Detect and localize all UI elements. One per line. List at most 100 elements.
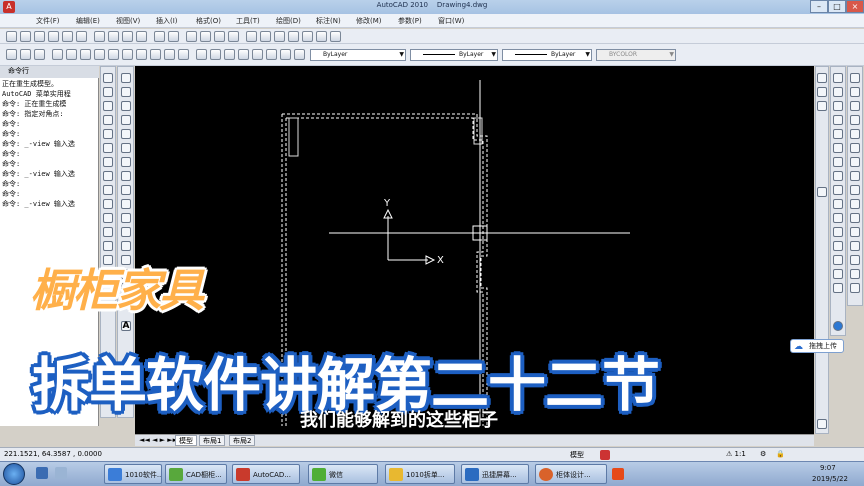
menu-draw[interactable]: 绘图(D) xyxy=(276,16,301,26)
dim-ordinate-icon[interactable] xyxy=(850,115,860,125)
calculator-icon[interactable] xyxy=(316,31,327,42)
move-tool-icon[interactable] xyxy=(103,143,113,153)
table-icon[interactable] xyxy=(164,49,175,60)
copy-tool-icon[interactable] xyxy=(103,87,113,97)
offset-icon[interactable] xyxy=(238,49,249,60)
system-tray-icons[interactable] xyxy=(650,468,780,480)
tab-nav-arrows-icon[interactable]: ◄◄ ◄ ► ►► xyxy=(139,436,178,444)
snap-endpoint-icon[interactable] xyxy=(833,87,843,97)
layer-previous-icon[interactable] xyxy=(34,49,45,60)
snap-quadrant-icon[interactable] xyxy=(833,171,843,181)
menu-window[interactable]: 窗口(W) xyxy=(438,16,464,26)
center-mark-icon[interactable] xyxy=(850,269,860,279)
mirror-tool-icon[interactable] xyxy=(103,101,113,111)
block-icon[interactable] xyxy=(136,49,147,60)
properties-icon[interactable] xyxy=(246,31,257,42)
menu-edit[interactable]: 编辑(E) xyxy=(76,16,100,26)
design-center-icon[interactable] xyxy=(260,31,271,42)
dim-jogged-icon[interactable] xyxy=(850,143,860,153)
markup-icon[interactable] xyxy=(302,31,313,42)
circle-tool-icon[interactable] xyxy=(121,157,131,167)
join-tool-icon[interactable] xyxy=(103,241,113,251)
rotate-tool-icon[interactable] xyxy=(103,157,113,167)
circle-icon[interactable] xyxy=(80,49,91,60)
taskbar-item[interactable]: 1010软件... xyxy=(104,464,162,484)
rectangle-tool-icon[interactable] xyxy=(121,129,131,139)
new-icon[interactable] xyxy=(6,31,17,42)
tab-layout2[interactable]: 布局2 xyxy=(229,435,256,446)
dim-continue-icon[interactable] xyxy=(850,213,860,223)
revision-cloud-icon[interactable] xyxy=(121,171,131,181)
taskbar-item[interactable]: AutoCAD... xyxy=(232,464,300,484)
save-icon[interactable] xyxy=(34,31,45,42)
sheet-set-icon[interactable] xyxy=(288,31,299,42)
drag-upload-button[interactable]: ☁ 拖拽上传 xyxy=(790,339,844,353)
redo-icon[interactable] xyxy=(168,31,179,42)
offset-tool-icon[interactable] xyxy=(103,115,113,125)
show-desktop-icon[interactable] xyxy=(36,467,48,479)
hatch-icon[interactable] xyxy=(122,49,133,60)
snap-from-icon[interactable] xyxy=(833,73,843,83)
stretch-tool-icon[interactable] xyxy=(103,185,113,195)
pan-icon[interactable] xyxy=(186,31,197,42)
snap-center-icon[interactable] xyxy=(833,157,843,167)
ellipse-tool-icon[interactable] xyxy=(121,199,131,209)
snap-tangent-icon[interactable] xyxy=(833,185,843,195)
model-space-toggle[interactable]: 模型 xyxy=(570,450,584,460)
rotate-icon[interactable] xyxy=(266,49,277,60)
polyline-icon[interactable] xyxy=(66,49,77,60)
move-icon[interactable] xyxy=(196,49,207,60)
snap-intersection-icon[interactable] xyxy=(833,115,843,125)
scroll-down-icon[interactable] xyxy=(817,419,827,429)
clock-date[interactable]: 2019/5/22 xyxy=(812,475,848,483)
snap-apparent-icon[interactable] xyxy=(833,129,843,139)
snap-midpoint-icon[interactable] xyxy=(833,101,843,111)
annotation-scale-icon[interactable] xyxy=(600,450,610,460)
scroll-up-icon[interactable] xyxy=(817,187,827,197)
clock-time[interactable]: 9:07 xyxy=(820,464,836,472)
snap-parallel-icon[interactable] xyxy=(833,213,843,223)
paste-icon[interactable] xyxy=(122,31,133,42)
dim-aligned-icon[interactable] xyxy=(850,87,860,97)
mirror-icon[interactable] xyxy=(224,49,235,60)
color-dropdown[interactable]: ByLayer ▼ xyxy=(310,49,406,61)
plotstyle-dropdown[interactable]: BYCOLOR ▼ xyxy=(596,49,676,61)
object-snap-intersection-icon[interactable] xyxy=(817,101,827,111)
dim-edit-icon[interactable] xyxy=(850,283,860,293)
zoom-scale-icon[interactable]: ⚠ 1:1 xyxy=(726,450,746,458)
help-icon[interactable] xyxy=(330,31,341,42)
menu-format[interactable]: 格式(O) xyxy=(196,16,221,26)
minimize-button[interactable]: – xyxy=(810,0,828,13)
menu-parametric[interactable]: 参数(P) xyxy=(398,16,422,26)
dim-arc-icon[interactable] xyxy=(850,101,860,111)
tool-palettes-icon[interactable] xyxy=(274,31,285,42)
zoom-previous-icon[interactable] xyxy=(228,31,239,42)
line-tool-icon[interactable] xyxy=(121,73,131,83)
menu-modify[interactable]: 修改(M) xyxy=(356,16,382,26)
dim-break-icon[interactable] xyxy=(850,241,860,251)
dim-diameter-icon[interactable] xyxy=(850,157,860,167)
array-tool-icon[interactable] xyxy=(103,129,113,139)
erase-icon[interactable] xyxy=(103,73,113,83)
dim-space-icon[interactable] xyxy=(850,227,860,237)
taskbar-item[interactable]: 柜体设计... xyxy=(535,464,607,484)
zoom-realtime-icon[interactable] xyxy=(200,31,211,42)
preview-icon[interactable] xyxy=(62,31,73,42)
multiline-text-icon[interactable]: A xyxy=(121,321,131,331)
linetype-dropdown[interactable]: ByLayer ▼ xyxy=(410,49,498,61)
polyline-tool-icon[interactable] xyxy=(121,101,131,111)
input-method-icon[interactable] xyxy=(612,468,624,480)
dimension-icon[interactable] xyxy=(178,49,189,60)
snap-insert-icon[interactable] xyxy=(833,227,843,237)
break-tool-icon[interactable] xyxy=(103,227,113,237)
insert-block-icon[interactable] xyxy=(121,213,131,223)
match-properties-icon[interactable] xyxy=(136,31,147,42)
spline-tool-icon[interactable] xyxy=(121,185,131,195)
close-button[interactable]: × xyxy=(846,0,864,13)
tolerance-icon[interactable] xyxy=(850,255,860,265)
snap-extension-icon[interactable] xyxy=(833,143,843,153)
polygon-tool-icon[interactable] xyxy=(121,115,131,125)
menu-view[interactable]: 视图(V) xyxy=(116,16,140,26)
maximize-button[interactable]: □ xyxy=(828,0,846,13)
snap-nearest-icon[interactable] xyxy=(833,255,843,265)
